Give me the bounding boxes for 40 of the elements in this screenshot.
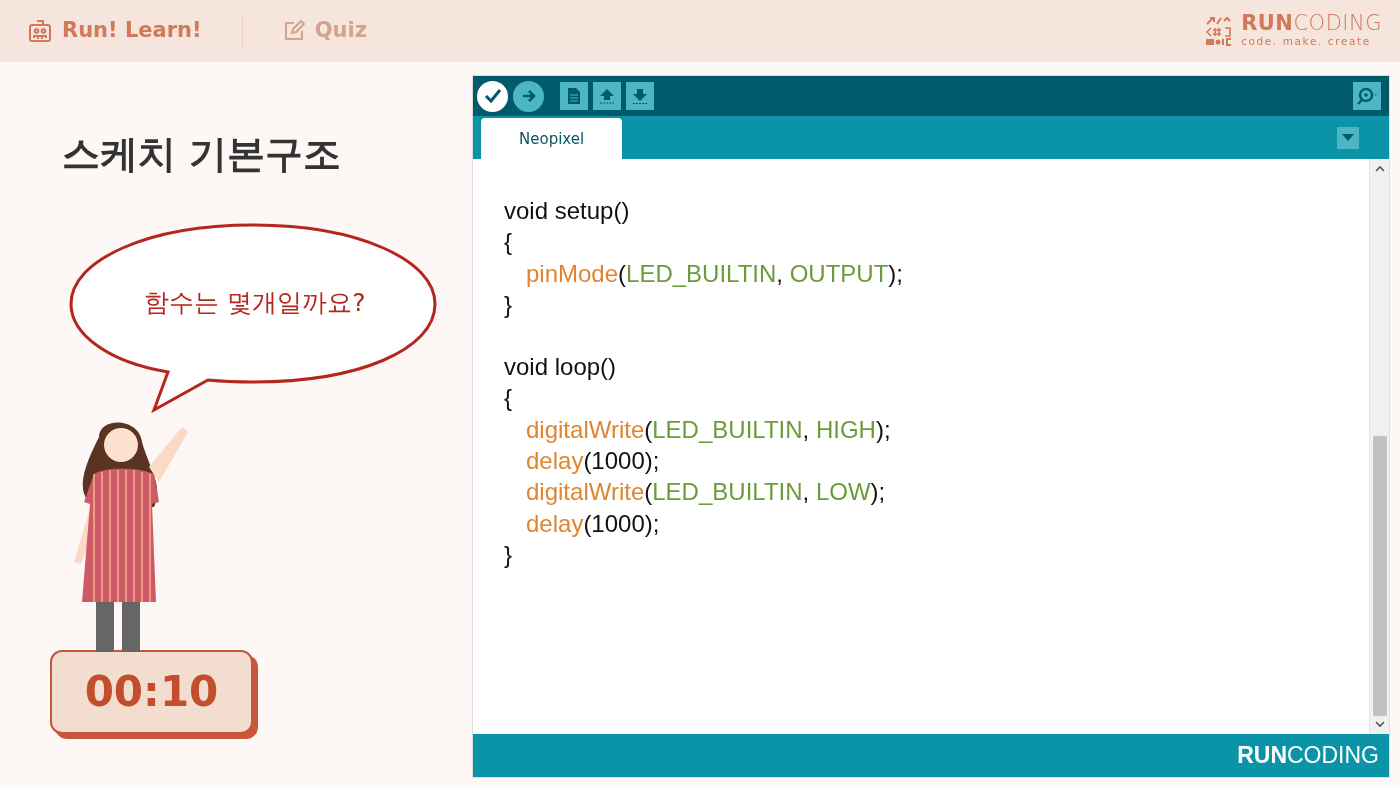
arrow-right-icon — [521, 89, 536, 103]
code-line: delay(1000); — [526, 508, 660, 539]
code-line: void setup() — [504, 196, 630, 226]
footer-logo: RUNCODING — [1237, 741, 1379, 771]
document-icon — [567, 87, 581, 105]
scroll-down-icon[interactable] — [1374, 720, 1385, 728]
nav-tab[interactable]: Run! Learn! — [28, 15, 202, 47]
code-line: digitalWrite(LED_BUILTIN, LOW); — [526, 477, 886, 508]
code-line: pinMode(LED_BUILTIN, OUTPUT); — [526, 258, 904, 289]
verify-button[interactable] — [477, 80, 508, 112]
scrollbar[interactable] — [1369, 159, 1389, 734]
code-line: { — [504, 383, 512, 414]
serial-monitor-button[interactable] — [1353, 82, 1381, 110]
scroll-up-icon[interactable] — [1374, 165, 1385, 173]
checkmark-icon — [483, 88, 502, 104]
arrow-down-icon — [631, 87, 649, 105]
code-line: { — [504, 227, 512, 258]
new-file-button[interactable] — [560, 82, 588, 110]
robot-icon — [28, 19, 52, 43]
tab-menu-button[interactable] — [1337, 126, 1359, 149]
save-button[interactable] — [626, 82, 654, 110]
magnifier-icon — [1356, 87, 1378, 105]
lesson-title: 스케치 기본구조 — [62, 132, 343, 178]
logo-icon — [1205, 16, 1234, 46]
scrollbar-thumb[interactable] — [1372, 436, 1387, 716]
question-text: 함수는 몇개일까요? — [143, 286, 367, 319]
logo-tagline: code. make. create — [1241, 33, 1372, 49]
code-line: delay(1000); — [526, 446, 660, 477]
code-line: digitalWrite(LED_BUILTIN, HIGH); — [526, 414, 891, 445]
upload-button[interactable] — [513, 80, 544, 112]
arrow-up-icon — [598, 87, 616, 105]
code-line: } — [504, 539, 512, 570]
code-line: void loop() — [504, 352, 617, 383]
file-tab[interactable]: Neopixel — [481, 117, 623, 159]
edit-icon — [282, 20, 305, 42]
caret-icon — [1342, 133, 1354, 142]
open-button[interactable] — [593, 82, 621, 110]
logo-wordmark: RUNCODING — [1241, 12, 1382, 34]
nav-tab[interactable]: Quiz — [282, 15, 367, 47]
code-line: } — [504, 289, 512, 320]
